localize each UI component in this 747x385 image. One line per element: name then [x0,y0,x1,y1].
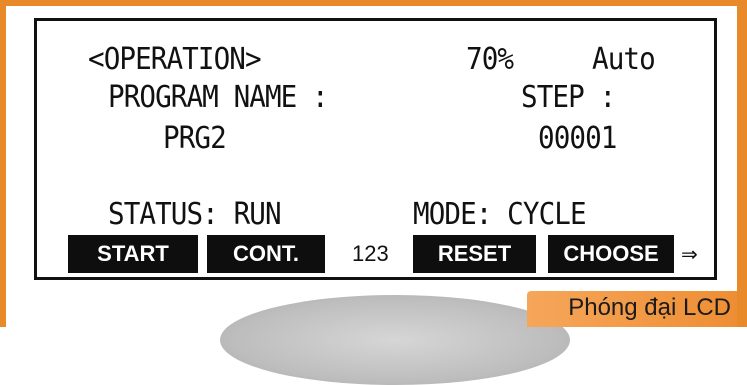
operation-title: <OPERATION> [88,42,262,77]
speed-percent: 70% [466,42,514,77]
mode-text: MODE: CYCLE [413,197,587,232]
status-text: STATUS: RUN [108,197,282,232]
run-mode: Auto [592,42,656,77]
program-name-value: PRG2 [163,121,227,156]
reset-softkey[interactable]: RESET [413,235,536,273]
numeric-softkey-label[interactable]: 123 [352,235,389,273]
next-arrow-icon[interactable]: ⇒ [681,235,698,273]
caption-bar: Phóng đại LCD [527,291,737,327]
choose-softkey[interactable]: CHOOSE [548,235,674,273]
step-label: STEP : [521,80,616,115]
program-name-label: PROGRAM NAME : [108,80,329,115]
cont-softkey[interactable]: CONT. [207,235,325,273]
lcd-screen: <OPERATION> 70% Auto PROGRAM NAME : STEP… [34,18,717,280]
step-value: 00001 [538,121,617,156]
background-dial-shape [220,295,570,385]
lcd-caption: Phóng đại LCD [568,294,731,321]
start-softkey[interactable]: START [68,235,198,273]
